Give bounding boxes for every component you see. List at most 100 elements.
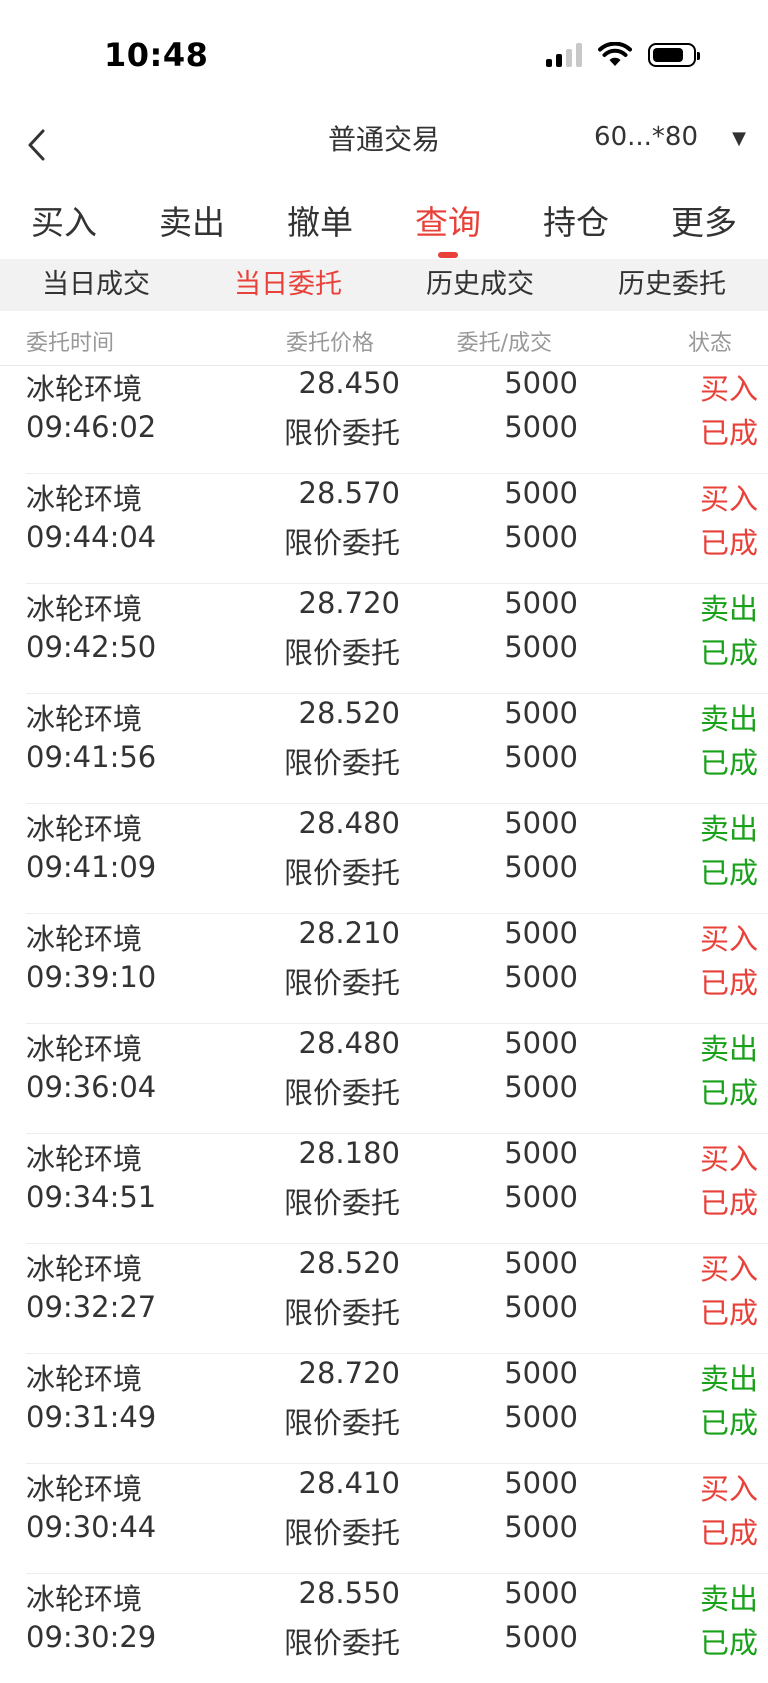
order-quantity: 5000 [504,476,578,510]
filled-quantity: 5000 [504,1620,578,1654]
tab-cancel[interactable]: 撤单 [256,182,384,258]
table-row[interactable]: 冰轮环境 09:30:29 28.550 限价委托 5000 5000 卖出已成 [26,1574,768,1683]
tab-buy[interactable]: 买入 [0,182,128,258]
account-selector[interactable]: 60...*80 [594,122,698,152]
table-row[interactable]: 冰轮环境 09:42:50 28.720 限价委托 5000 5000 卖出 已成 [26,584,768,694]
column-header-qty: 委托/成交 [456,331,552,356]
order-price-type: 限价委托 [283,856,400,890]
stock-name: 冰轮环境 [26,482,143,516]
order-price: 28.410 [298,1466,400,1500]
chevron-down-icon[interactable]: ▼ [732,128,746,149]
subtab-today-trades[interactable]: 当日成交 [0,259,192,311]
order-direction: 卖出 [699,702,758,736]
table-row[interactable]: 冰轮环境 09:32:27 28.520 限价委托 5000 5000 买入 已成 [26,1244,768,1354]
filled-quantity: 5000 [504,1180,578,1214]
order-direction: 买入 [699,372,758,406]
column-header-time: 委托时间 [26,331,115,356]
table-header: 委托时间 委托价格 委托/成交 状态 [0,311,768,366]
order-time: 09:39:10 [26,960,157,994]
table-row[interactable]: 冰轮环境 09:41:56 28.520 限价委托 5000 5000 卖出 已成 [26,694,768,804]
order-price-type: 限价委托 [283,1626,400,1660]
status-time: 10:48 [104,36,209,74]
filled-quantity: 5000 [504,740,578,774]
order-quantity: 5000 [504,1466,578,1500]
order-direction: 买入 [699,1252,758,1286]
sub-tabs: 当日成交 当日委托 历史成交 历史委托 [0,259,768,311]
stock-name: 冰轮环境 [26,812,143,846]
order-price: 28.520 [298,1246,400,1280]
filled-quantity: 5000 [504,410,578,444]
order-time: 09:34:51 [26,1180,157,1214]
order-status: 已成 [699,1296,758,1330]
order-status: 已成 [699,1626,758,1660]
subtab-history-trades[interactable]: 历史成交 [384,259,576,311]
order-direction: 买入 [699,1142,758,1176]
order-quantity: 5000 [504,916,578,950]
stock-name: 冰轮环境 [26,1582,143,1616]
order-status: 已成 [699,636,758,670]
order-price: 28.720 [298,586,400,620]
order-time: 09:30:44 [26,1510,157,1544]
filled-quantity: 5000 [504,850,578,884]
order-price: 28.480 [298,1026,400,1060]
table-row[interactable]: 冰轮环境 09:31:49 28.720 限价委托 5000 5000 卖出 已成 [26,1354,768,1464]
filled-quantity: 5000 [504,1400,578,1434]
stock-name: 冰轮环境 [26,1032,143,1066]
order-time: 09:31:49 [26,1400,157,1434]
order-price-type: 限价委托 [283,1406,400,1440]
table-row[interactable]: 冰轮环境 09:41:09 28.480 限价委托 5000 5000 卖出 已成 [26,804,768,914]
subtab-history-orders[interactable]: 历史委托 [576,259,768,311]
stock-name: 冰轮环境 [26,702,143,736]
order-status: 已成 [699,416,758,450]
order-time: 09:46:02 [26,410,157,444]
order-quantity: 5000 [504,1576,578,1610]
table-row[interactable]: 冰轮环境 09:34:51 28.180 限价委托 5000 5000 买入 已成 [26,1134,768,1244]
order-status: 已成 [699,526,758,560]
order-quantity: 5000 [504,1246,578,1280]
table-row[interactable]: 冰轮环境 09:44:04 28.570 限价委托 5000 5000 买入 已成 [26,474,768,584]
stock-name: 冰轮环境 [26,1252,143,1286]
order-quantity: 5000 [504,366,578,400]
nav-bar: 普通交易 60...*80 ▼ [0,110,768,182]
order-price: 28.180 [298,1136,400,1170]
order-time: 09:30:29 [26,1620,157,1654]
order-status: 已成 [699,746,758,780]
column-header-price: 委托价格 [285,331,374,356]
order-price: 28.210 [298,916,400,950]
order-status: 已成 [699,1076,758,1110]
order-status: 已成 [699,856,758,890]
subtab-today-orders[interactable]: 当日委托 [192,259,384,311]
order-price-type: 限价委托 [283,1076,400,1110]
order-status: 已成 [699,966,758,1000]
order-direction: 卖出 [699,1582,758,1616]
tab-positions[interactable]: 持仓 [512,182,640,258]
orders-list: 冰轮环境 09:46:02 28.450 限价委托 5000 5000 买入 已成 冰轮环境 09… [0,364,768,1683]
stock-name: 冰轮环境 [26,1142,143,1176]
order-quantity: 5000 [504,696,578,730]
order-price-type: 限价委托 [283,1296,400,1330]
table-row[interactable]: 冰轮环境 09:39:10 28.210 限价委托 5000 5000 买入 已成 [26,914,768,1024]
order-time: 09:42:50 [26,630,157,664]
order-price: 28.550 [298,1576,400,1610]
tab-more[interactable]: 更多 [640,182,768,258]
order-price-type: 限价委托 [283,1186,400,1220]
table-row[interactable]: 冰轮环境 09:36:04 28.480 限价委托 5000 5000 卖出 已成 [26,1024,768,1134]
order-quantity: 5000 [504,1136,578,1170]
filled-quantity: 5000 [504,1290,578,1324]
tab-sell[interactable]: 卖出 [128,182,256,258]
tab-query[interactable]: 查询 [384,182,512,258]
order-price: 28.570 [298,476,400,510]
order-time: 09:44:04 [26,520,157,554]
table-row[interactable]: 冰轮环境 09:46:02 28.450 限价委托 5000 5000 买入 已成 [26,364,768,474]
column-header-status: 状态 [687,331,732,356]
order-direction: 卖出 [699,592,758,626]
order-price-type: 限价委托 [283,416,400,450]
order-direction: 买入 [699,1472,758,1506]
table-row[interactable]: 冰轮环境 09:30:44 28.410 限价委托 5000 5000 买入 已成 [26,1464,768,1574]
filled-quantity: 5000 [504,1510,578,1544]
order-direction: 卖出 [699,1362,758,1396]
order-price: 28.480 [298,806,400,840]
main-tabs: 买入 卖出 撤单 查询 持仓 更多 [0,182,768,258]
order-time: 09:41:56 [26,740,157,774]
order-price-type: 限价委托 [283,1516,400,1550]
